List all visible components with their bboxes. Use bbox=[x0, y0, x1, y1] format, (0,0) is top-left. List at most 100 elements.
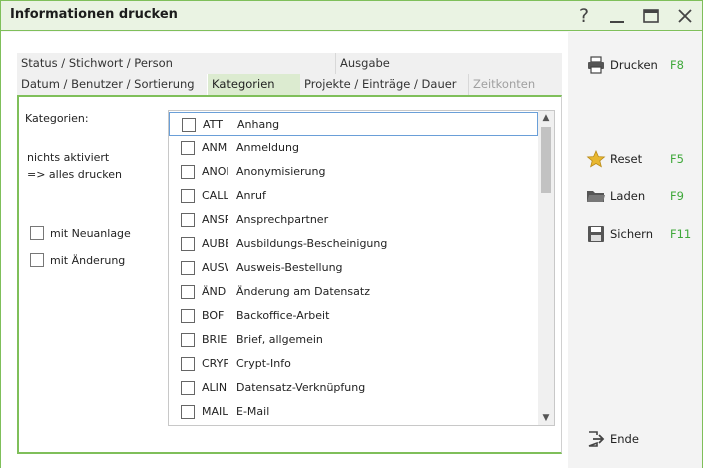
close-button[interactable] bbox=[672, 4, 698, 28]
category-name: Änderung am Datensatz bbox=[236, 285, 370, 298]
category-checkbox[interactable] bbox=[181, 261, 195, 275]
category-code: BRIEF bbox=[202, 333, 228, 346]
help-icon: ? bbox=[578, 5, 590, 27]
sichern-button[interactable]: Sichern F11 bbox=[586, 223, 696, 245]
category-checkbox[interactable] bbox=[181, 165, 195, 179]
category-checkbox[interactable] bbox=[181, 141, 195, 155]
category-code: MAIL bbox=[202, 405, 228, 418]
category-checkbox[interactable] bbox=[181, 213, 195, 227]
tab-datum-benutzer-sortierung[interactable]: Datum / Benutzer / Sortierung bbox=[17, 74, 207, 95]
aenderung-label: mit Änderung bbox=[50, 254, 126, 267]
category-name: Anmeldung bbox=[236, 141, 299, 154]
action-sidebar: Drucken F8 Reset F5 Laden F9 Sichern F11… bbox=[568, 32, 702, 468]
drucken-label: Drucken bbox=[610, 58, 658, 72]
category-checkbox[interactable] bbox=[181, 357, 195, 371]
tab-projekte-eintraege-dauer[interactable]: Projekte / Einträge / Dauer bbox=[300, 74, 469, 95]
scroll-down-icon[interactable]: ▼ bbox=[538, 411, 554, 425]
laden-label: Laden bbox=[610, 189, 646, 203]
category-name: E-Mail bbox=[236, 405, 270, 418]
list-scrollbar[interactable]: ▲ ▼ bbox=[538, 111, 554, 425]
category-checkbox[interactable] bbox=[181, 189, 195, 203]
category-code: ATT bbox=[203, 118, 223, 131]
window-title: Informationen drucken bbox=[10, 7, 178, 22]
kategorien-label: Kategorien: bbox=[25, 112, 89, 125]
laden-shortcut: F9 bbox=[670, 189, 684, 203]
list-item[interactable]: ÄND Änderung am Datensatz bbox=[169, 280, 538, 304]
hint-nothing-active: nichts aktiviert bbox=[27, 151, 110, 164]
star-icon bbox=[586, 150, 606, 168]
category-name: Backoffice-Arbeit bbox=[236, 309, 330, 322]
category-name: Anhang bbox=[237, 118, 280, 131]
minimize-icon bbox=[610, 21, 624, 23]
kategorien-panel: Kategorien: nichts aktiviert => alles dr… bbox=[17, 95, 562, 454]
category-code: CRYPT bbox=[202, 357, 228, 370]
category-code: AUBE bbox=[202, 237, 228, 250]
neuanlage-checkbox[interactable] bbox=[30, 226, 44, 240]
title-bar: Informationen drucken ? bbox=[1, 1, 702, 31]
category-checkbox[interactable] bbox=[181, 285, 195, 299]
sichern-shortcut: F11 bbox=[670, 227, 692, 241]
list-item[interactable]: CALL Anruf bbox=[169, 184, 538, 208]
list-item[interactable]: AUSW Ausweis-Bestellung bbox=[169, 256, 538, 280]
list-item[interactable]: BRIEF Brief, allgemein bbox=[169, 328, 538, 352]
minimize-button[interactable] bbox=[604, 4, 630, 28]
category-name: Datensatz-Verknüpfung bbox=[236, 381, 366, 394]
help-button[interactable]: ? bbox=[571, 4, 597, 28]
category-checkbox[interactable] bbox=[181, 237, 195, 251]
category-name: Ausbildungs-Bescheinigung bbox=[236, 237, 388, 250]
list-item[interactable]: ATT Anhang bbox=[169, 112, 538, 136]
category-code: BOF bbox=[202, 309, 225, 322]
tab-kategorien[interactable]: Kategorien bbox=[208, 74, 300, 95]
category-name: Ausweis-Bestellung bbox=[236, 261, 343, 274]
category-code: ANSP bbox=[202, 213, 228, 226]
list-item[interactable]: CRYPT Crypt-Info bbox=[169, 352, 538, 376]
folder-icon bbox=[587, 191, 605, 202]
list-item[interactable]: MAIL E-Mail bbox=[169, 400, 538, 424]
list-item[interactable]: ANON Anonymisierung bbox=[169, 160, 538, 184]
scroll-up-icon[interactable]: ▲ bbox=[538, 111, 554, 125]
close-icon bbox=[678, 9, 692, 23]
main-area: Status / Stichwort / Person Ausgabe Datu… bbox=[1, 32, 568, 468]
categories-list[interactable]: ATT Anhang ANM Anmeldung ANON Anonymisierung C… bbox=[168, 110, 555, 426]
category-name: Anruf bbox=[236, 189, 266, 202]
ende-label: Ende bbox=[610, 432, 639, 446]
category-code: ANM bbox=[202, 141, 228, 154]
maximize-icon bbox=[643, 9, 659, 23]
reset-shortcut: F5 bbox=[670, 152, 684, 166]
ende-button[interactable]: Ende bbox=[586, 428, 696, 450]
hint-print-all: => alles drucken bbox=[27, 168, 123, 181]
tab-zeitkonten[interactable]: Zeitkonten bbox=[469, 74, 562, 95]
category-checkbox[interactable] bbox=[181, 405, 195, 419]
list-item[interactable]: AUBE Ausbildungs-Bescheinigung bbox=[169, 232, 538, 256]
category-code: CALL bbox=[202, 189, 228, 202]
floppy-disk-icon bbox=[588, 226, 604, 242]
category-name: Brief, allgemein bbox=[236, 333, 323, 346]
drucken-button[interactable]: Drucken F8 bbox=[586, 54, 696, 76]
reset-label: Reset bbox=[610, 152, 643, 166]
sichern-label: Sichern bbox=[610, 227, 653, 241]
category-code: ALINK bbox=[202, 381, 228, 394]
list-item[interactable]: BOF Backoffice-Arbeit bbox=[169, 304, 538, 328]
list-item[interactable]: ANSP Ansprechpartner bbox=[169, 208, 538, 232]
category-checkbox[interactable] bbox=[181, 309, 195, 323]
category-name: Ansprechpartner bbox=[236, 213, 329, 226]
list-item[interactable]: ANM Anmeldung bbox=[169, 136, 538, 160]
scrollbar-thumb[interactable] bbox=[541, 127, 551, 193]
tab-status-stichwort-person[interactable]: Status / Stichwort / Person bbox=[17, 53, 335, 74]
tab-ausgabe[interactable]: Ausgabe bbox=[336, 53, 562, 74]
maximize-button[interactable] bbox=[638, 4, 664, 28]
reset-button[interactable]: Reset F5 bbox=[586, 148, 696, 170]
tab-row-1: Status / Stichwort / Person Ausgabe bbox=[17, 53, 562, 74]
category-name: Crypt-Info bbox=[236, 357, 291, 370]
category-code: AUSW bbox=[202, 261, 228, 274]
list-item[interactable]: ALINK Datensatz-Verknüpfung bbox=[169, 376, 538, 400]
category-checkbox[interactable] bbox=[182, 118, 196, 132]
laden-button[interactable]: Laden F9 bbox=[586, 185, 696, 207]
aenderung-checkbox[interactable] bbox=[30, 253, 44, 267]
category-checkbox[interactable] bbox=[181, 381, 195, 395]
print-dialog-window: Informationen drucken ? Status / Stichwo… bbox=[0, 0, 703, 468]
neuanlage-label: mit Neuanlage bbox=[50, 227, 131, 240]
printer-icon bbox=[588, 56, 604, 74]
category-code: ÄND bbox=[202, 285, 227, 298]
category-checkbox[interactable] bbox=[181, 333, 195, 347]
